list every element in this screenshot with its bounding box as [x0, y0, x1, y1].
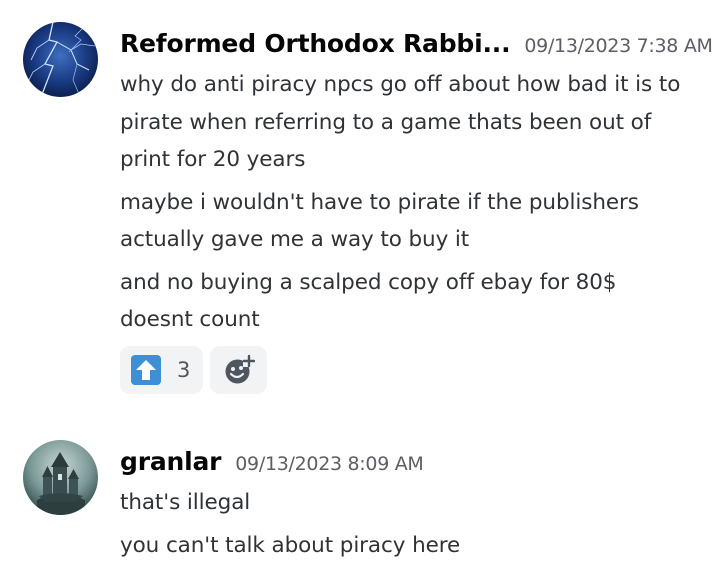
up-arrow-icon [131, 355, 161, 385]
message-header: granlar 09/13/2023 8:09 AM [120, 440, 710, 484]
add-reaction-icon [225, 354, 255, 384]
reactions-bar: 3 [120, 346, 267, 394]
reaction-upvote-button[interactable]: 3 [120, 346, 203, 394]
message-text: that's illegal [120, 490, 251, 515]
castle-avatar-image [23, 440, 98, 515]
add-reaction-button[interactable] [210, 346, 267, 394]
chat-log: Reformed Orthodox Rabbi... 09/13/2023 7:… [0, 0, 720, 572]
timestamp[interactable]: 09/13/2023 7:38 AM [524, 24, 713, 68]
lightning-avatar-image [23, 22, 98, 97]
message-text: why do anti piracy npcs go off about how… [120, 72, 681, 97]
message-text: and no buying a scalped copy off ebay fo… [120, 269, 617, 295]
message-content: granlar 09/13/2023 8:09 AM that's illega… [120, 440, 710, 564]
message-text: actually gave me a way to buy it [120, 227, 470, 252]
message-text: doesnt count [120, 307, 260, 332]
avatar[interactable] [23, 440, 98, 515]
message-header: Reformed Orthodox Rabbi... 09/13/2023 7:… [120, 22, 713, 68]
message-text: pirate when referring to a game thats be… [120, 109, 652, 135]
username[interactable]: granlar [120, 440, 221, 484]
timestamp[interactable]: 09/13/2023 8:09 AM [235, 442, 424, 486]
username[interactable]: Reformed Orthodox Rabbi... [120, 22, 511, 66]
message-content: Reformed Orthodox Rabbi... 09/13/2023 7:… [120, 22, 713, 394]
message-text: maybe i wouldn't have to pirate if the p… [120, 189, 639, 215]
message-text: print for 20 years [120, 147, 306, 172]
reaction-count: 3 [177, 358, 191, 382]
avatar[interactable] [23, 22, 98, 97]
message-text: you can't talk about piracy here [120, 532, 461, 558]
